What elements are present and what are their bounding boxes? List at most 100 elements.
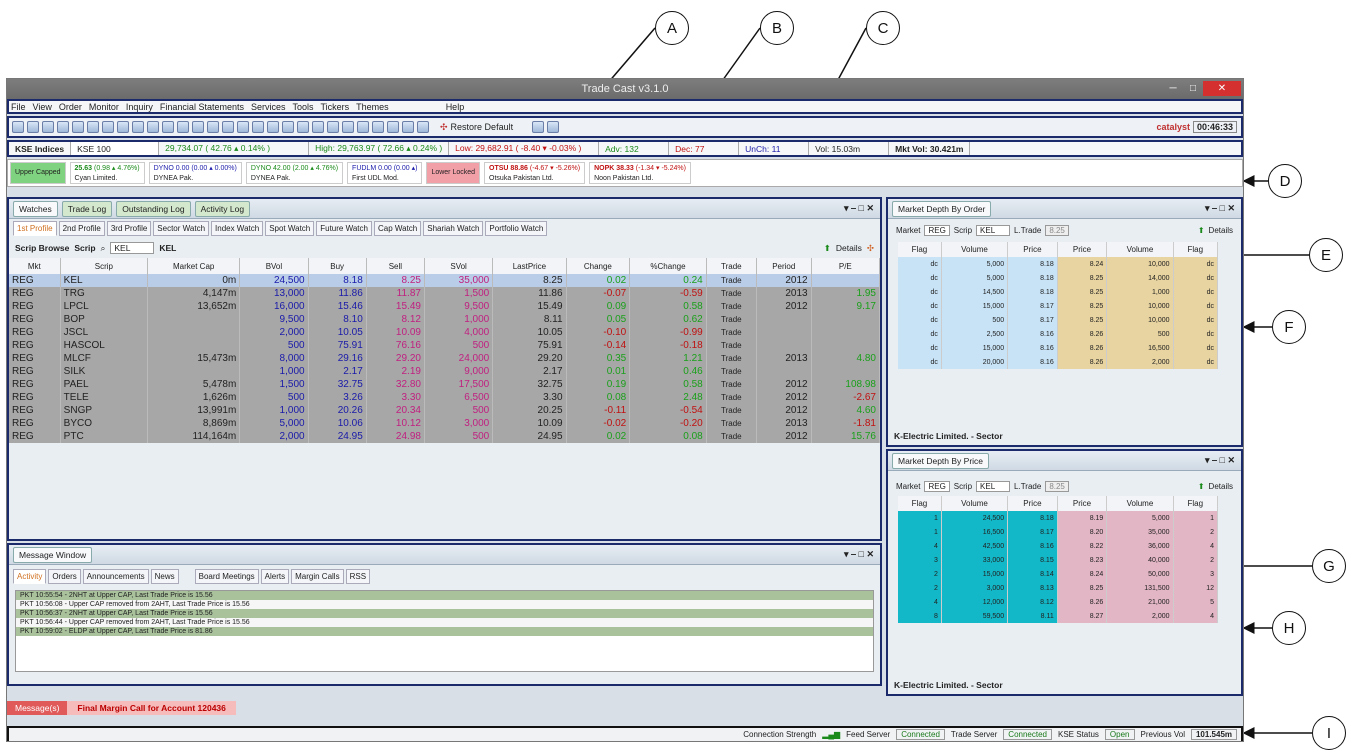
col-header[interactable]: Scrip xyxy=(60,258,149,274)
toolbar-icon[interactable] xyxy=(297,121,309,133)
ticker-item[interactable]: FUDLM 0.00 (0.00 ▴) First UDL Mod. xyxy=(347,162,423,184)
toolbar-icon[interactable] xyxy=(222,121,234,133)
depth-row[interactable]: 4 12,000 8.12 8.26 21,000 5 xyxy=(898,595,1219,609)
details-button[interactable]: Details xyxy=(836,243,862,253)
menu-tools[interactable]: Tools xyxy=(292,102,313,112)
messages-badge[interactable]: Message(s) xyxy=(7,701,68,715)
tab-news[interactable]: News xyxy=(150,569,179,584)
ticker-item[interactable]: DYNO 0.00 (0.00 ▴ 0.00%) DYNEA Pak. xyxy=(148,162,242,184)
profile-tab[interactable]: Cap Watch xyxy=(373,221,422,236)
depth-row[interactable]: dc 20,000 8.16 8.26 2,000 dc xyxy=(898,355,1219,369)
toolbar-icon[interactable] xyxy=(282,121,294,133)
toolbar-icon[interactable] xyxy=(57,121,69,133)
depth-row[interactable]: dc 2,500 8.16 8.26 500 dc xyxy=(898,327,1219,341)
toolbar-icon[interactable] xyxy=(357,121,369,133)
details-button[interactable]: Details xyxy=(1209,482,1233,491)
tab-outstanding-log[interactable]: Outstanding Log xyxy=(116,200,191,217)
toolbar-icon[interactable] xyxy=(87,121,99,133)
table-row[interactable]: REG SNGP 13,991m 1,000 20.26 20.34 500 20.25 -0.… xyxy=(9,404,880,417)
toolbar-icon[interactable] xyxy=(177,121,189,133)
ticker-item[interactable]: DYNO 42.00 (2.00 ▴ 4.76%) DYNEA Pak. xyxy=(245,162,344,184)
minimize-button[interactable]: ─ xyxy=(1163,81,1183,96)
toolbar-icon[interactable] xyxy=(147,121,159,133)
col-header[interactable]: %Change xyxy=(629,258,707,274)
col-header[interactable]: Trade xyxy=(706,258,757,274)
profile-tab[interactable]: Shariah Watch xyxy=(423,221,484,236)
toolbar-icon[interactable] xyxy=(237,121,249,133)
table-cell[interactable]: Trade xyxy=(706,352,757,365)
panel-window-controls[interactable]: ▾ ‒ □ ✕ xyxy=(844,203,874,214)
table-row[interactable]: REG PTC 114,164m 2,000 24.95 24.98 500 24.95 0.0… xyxy=(9,430,880,443)
toolbar-icon[interactable] xyxy=(102,121,114,133)
tab-announcements[interactable]: Announcements xyxy=(82,569,149,584)
details-button[interactable]: Details xyxy=(1209,226,1233,235)
table-cell[interactable]: Trade xyxy=(706,326,757,339)
toolbar-icon[interactable] xyxy=(207,121,219,133)
toolbar-icon[interactable] xyxy=(42,121,54,133)
toolbar-icon[interactable] xyxy=(417,121,429,133)
table-row[interactable]: REG SILK 1,000 2.17 2.19 9,000 2.17 0.01 0.46 Tra… xyxy=(9,365,880,378)
profile-tab[interactable]: Sector Watch xyxy=(153,221,210,236)
refresh-icon[interactable] xyxy=(547,121,560,133)
depth-row[interactable]: dc 15,000 8.16 8.26 16,500 dc xyxy=(898,341,1219,355)
depth-row[interactable]: dc 15,000 8.17 8.25 10,000 dc xyxy=(898,299,1219,313)
table-row[interactable]: REG MLCF 15,473m 8,000 29.16 29.20 24,000 29.20… xyxy=(9,352,880,365)
table-row[interactable]: REG TELE 1,626m 500 3.26 3.30 6,500 3.30 0.08 2.4… xyxy=(9,391,880,404)
toolbar-icon[interactable] xyxy=(252,121,264,133)
menu-monitor[interactable]: Monitor xyxy=(89,102,119,112)
tab-rss[interactable]: RSS xyxy=(345,569,371,584)
tab-activity-log[interactable]: Activity Log xyxy=(194,200,251,217)
toolbar-icon[interactable] xyxy=(402,121,414,133)
toolbar-icon[interactable] xyxy=(192,121,204,133)
profile-tab[interactable]: Spot Watch xyxy=(265,221,315,236)
depth-row[interactable]: dc 5,000 8.18 8.25 14,000 dc xyxy=(898,271,1219,285)
scrip-input[interactable]: KEL xyxy=(110,242,155,254)
depth-row[interactable]: dc 500 8.17 8.25 10,000 dc xyxy=(898,313,1219,327)
menu-financial-statements[interactable]: Financial Statements xyxy=(160,102,244,112)
depth-row[interactable]: 2 3,000 8.13 8.25 131,500 12 xyxy=(898,581,1219,595)
tab-trade-log[interactable]: Trade Log xyxy=(61,200,113,217)
tab-margin-calls[interactable]: Margin Calls xyxy=(291,569,344,584)
toolbar-icon[interactable] xyxy=(312,121,324,133)
toolbar-icon[interactable] xyxy=(117,121,129,133)
depth-row[interactable]: 1 24,500 8.18 8.19 5,000 1 xyxy=(898,511,1219,525)
col-header[interactable]: SVol xyxy=(424,258,494,274)
col-header[interactable]: Change xyxy=(566,258,631,274)
col-header[interactable]: P/E xyxy=(811,258,880,274)
col-header[interactable]: Sell xyxy=(366,258,425,274)
table-cell[interactable]: Trade xyxy=(706,430,757,443)
table-row[interactable]: REG TRG 4,147m 13,000 11.86 11.87 1,500 11.86 -0… xyxy=(9,287,880,300)
depth-row[interactable]: 8 59,500 8.11 8.27 2,000 4 xyxy=(898,609,1219,623)
table-cell[interactable]: Trade xyxy=(706,417,757,430)
panel-window-controls[interactable]: ▾ ‒ □ ✕ xyxy=(1205,203,1235,214)
table-row[interactable]: REG JSCL 2,000 10.05 10.09 4,000 10.05 -0.10 -0.… xyxy=(9,326,880,339)
profile-tab[interactable]: 1st Profile xyxy=(13,221,57,236)
table-cell[interactable]: Trade xyxy=(706,274,757,287)
ticker-item[interactable]: NOPK 38.33 (-1.34 ▾ -5.24%) Noon Pakistan… xyxy=(589,162,691,184)
menu-help[interactable]: Help xyxy=(446,102,465,112)
profile-tab[interactable]: 2nd Profile xyxy=(58,221,105,236)
tab-activity[interactable]: Activity xyxy=(13,569,47,584)
table-row[interactable]: REG BOP 9,500 8.10 8.12 1,000 8.11 0.05 0.62 Trad… xyxy=(9,313,880,326)
menu-inquiry[interactable]: Inquiry xyxy=(126,102,153,112)
ticker-item[interactable]: OTSU 88.86 (-4.67 ▾ -5.26%) Otsuka Pakist… xyxy=(484,162,586,184)
panel-window-controls[interactable]: ▾ ‒ □ ✕ xyxy=(844,549,874,560)
toolbar-icon[interactable] xyxy=(267,121,279,133)
tab-orders[interactable]: Orders xyxy=(48,569,81,584)
depth-row[interactable]: 4 42,500 8.16 8.22 36,000 4 xyxy=(898,539,1219,553)
toolbar-icon[interactable] xyxy=(162,121,174,133)
table-row[interactable]: REG PAEL 5,478m 1,500 32.75 32.80 17,500 32.75 0… xyxy=(9,378,880,391)
table-cell[interactable]: Trade xyxy=(706,365,757,378)
toolbar-icon[interactable] xyxy=(132,121,144,133)
col-header[interactable]: Period xyxy=(756,258,812,274)
depth-row[interactable]: dc 5,000 8.18 8.24 10,000 dc xyxy=(898,257,1219,271)
maximize-button[interactable]: □ xyxy=(1183,81,1203,96)
menu-themes[interactable]: Themes xyxy=(356,102,389,112)
close-button[interactable]: ✕ xyxy=(1203,81,1241,96)
toolbar-icon[interactable] xyxy=(372,121,384,133)
toolbar-icon[interactable] xyxy=(342,121,354,133)
table-row[interactable]: REG HASCOL 500 75.91 76.16 500 75.91 -0.14 -0.18… xyxy=(9,339,880,352)
toolbar-icon[interactable] xyxy=(387,121,399,133)
col-header[interactable]: Market Cap xyxy=(147,258,241,274)
table-row[interactable]: REG KEL 0m 24,500 8.18 8.25 35,000 8.25 0.02 0.24… xyxy=(9,274,880,287)
